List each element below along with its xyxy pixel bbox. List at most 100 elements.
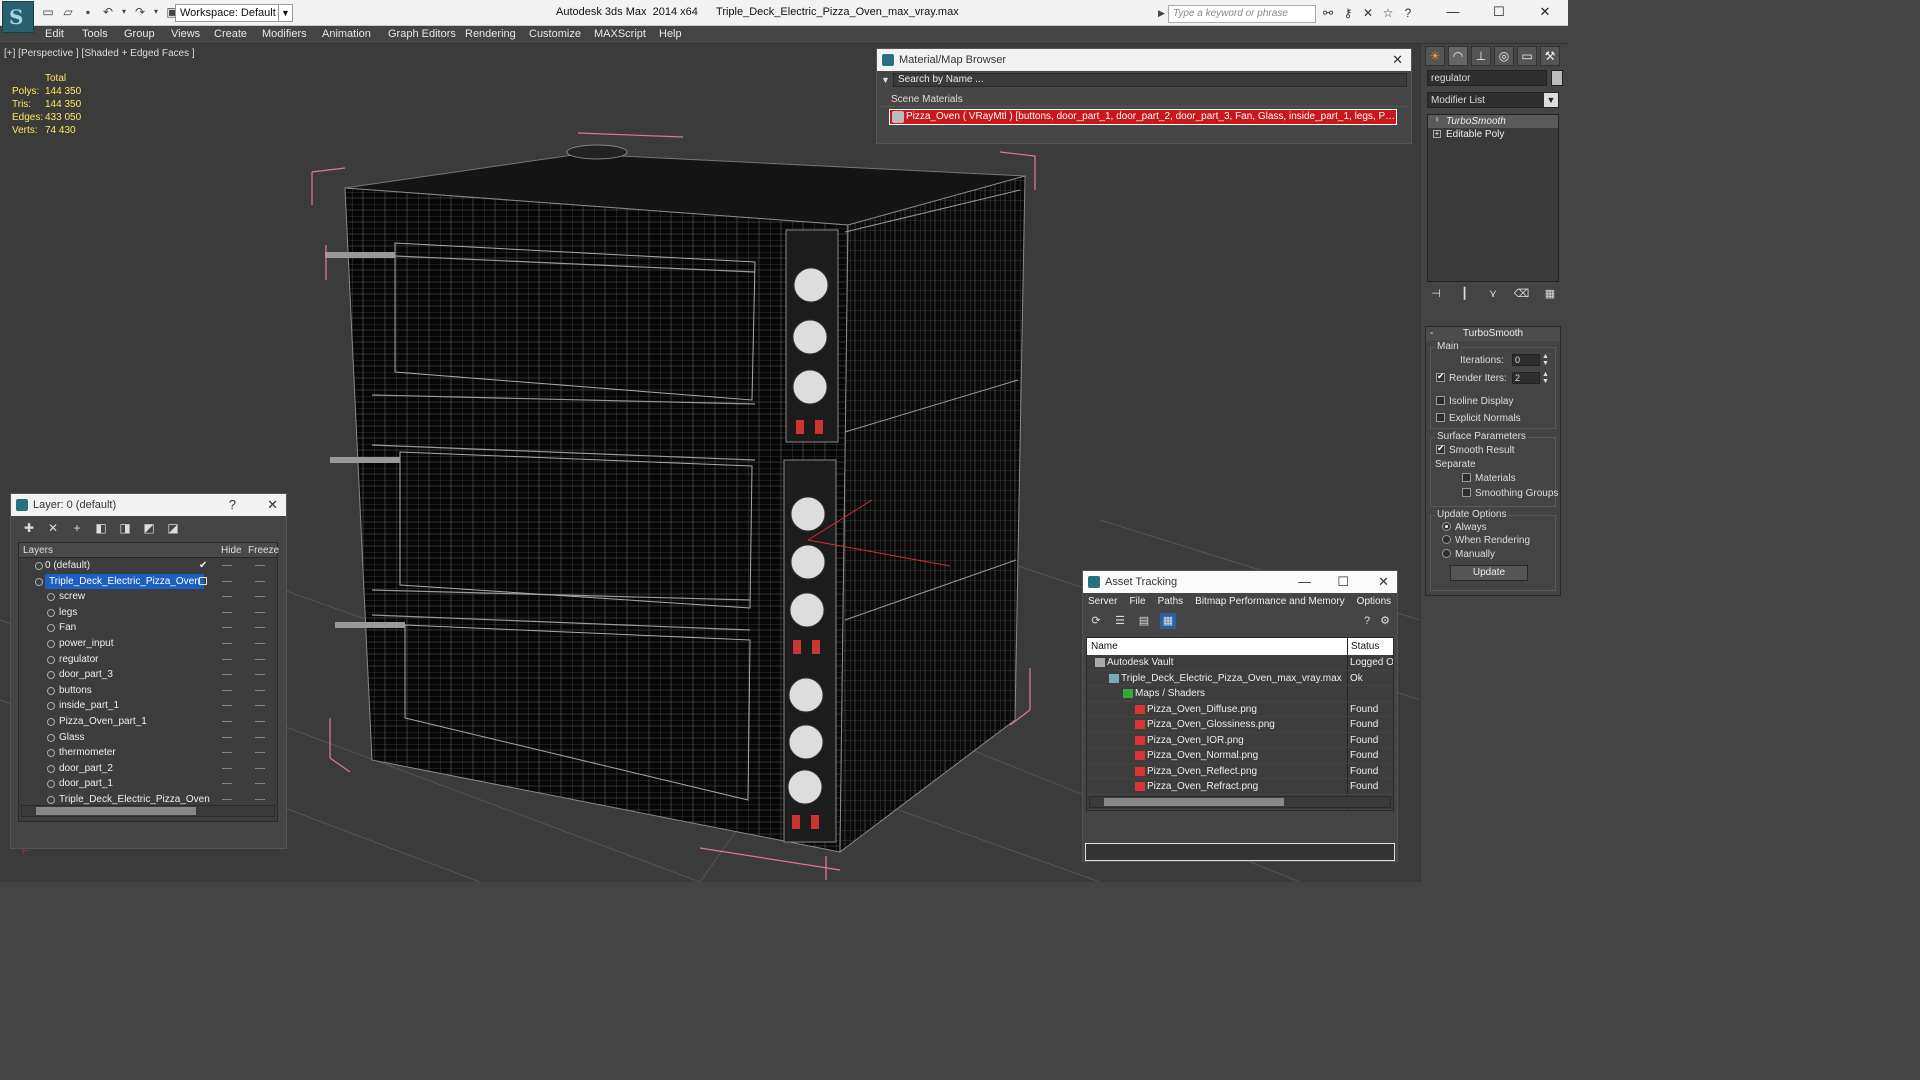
hierarchy-tab-icon[interactable]: ⊥ xyxy=(1471,46,1491,66)
asset-row[interactable]: Maps / Shaders xyxy=(1087,686,1393,702)
object-color-swatch[interactable] xyxy=(1551,70,1563,86)
update-when-rendering-radio[interactable]: When Rendering xyxy=(1442,535,1530,546)
stack-item-turbosmooth[interactable]: ♀ TurboSmooth xyxy=(1428,115,1558,128)
update-button[interactable]: Update xyxy=(1450,565,1528,581)
hide-toggle[interactable] xyxy=(222,674,232,676)
freeze-toggle[interactable] xyxy=(255,627,265,629)
menu-views[interactable]: Views xyxy=(171,28,200,40)
col-freeze[interactable]: Freeze xyxy=(248,543,279,558)
hide-toggle[interactable] xyxy=(222,798,232,800)
select-objects-icon[interactable]: ◧ xyxy=(93,520,109,536)
list-view-icon[interactable]: ☰ xyxy=(1112,613,1128,629)
hide-toggle[interactable] xyxy=(222,565,232,566)
asset-row[interactable]: Pizza_Oven_Glossiness.png Found xyxy=(1087,717,1393,733)
hide-toggle[interactable] xyxy=(222,596,232,598)
layer-row[interactable]: Fan xyxy=(19,620,277,636)
minimize-icon[interactable]: — xyxy=(1298,571,1311,593)
show-end-result-icon[interactable]: ┃ xyxy=(1456,287,1474,303)
freeze-toggle[interactable] xyxy=(255,658,265,660)
iterations-spinner[interactable]: 0 xyxy=(1512,354,1540,366)
pin-stack-icon[interactable]: ⊣ xyxy=(1427,287,1445,303)
menu-tools[interactable]: Tools xyxy=(82,28,108,40)
layer-row[interactable]: Triple_Deck_Electric_Pizza_Oven xyxy=(19,573,277,590)
freeze-toggle[interactable] xyxy=(255,596,265,598)
freeze-toggle[interactable] xyxy=(255,689,265,691)
detail-view-icon[interactable]: ▤ xyxy=(1136,613,1152,629)
redo-dropdown-icon[interactable]: ▾ xyxy=(152,4,160,20)
smooth-result-checkbox[interactable]: Smooth Result xyxy=(1436,443,1515,456)
col-layers[interactable]: Layers xyxy=(23,543,53,558)
spinner-arrows-icon[interactable]: ▲ ▼ xyxy=(1542,371,1549,385)
lightbulb-icon[interactable]: ♀ xyxy=(1433,116,1441,125)
asset-row[interactable]: Autodesk Vault Logged O xyxy=(1087,655,1393,671)
close-button[interactable]: ✕ xyxy=(1522,0,1568,24)
exchange-icon[interactable]: ✕ xyxy=(1360,5,1376,21)
at-settings-icon[interactable]: ⚙ xyxy=(1377,613,1393,629)
object-name-field[interactable]: regulator xyxy=(1427,70,1547,86)
menu-edit[interactable]: Edit xyxy=(45,28,64,40)
delete-layer-icon[interactable]: ✕ xyxy=(45,520,61,536)
freeze-toggle[interactable] xyxy=(255,752,265,754)
key-icon[interactable]: ⚷ xyxy=(1340,5,1356,21)
hide-toggle[interactable] xyxy=(222,705,232,707)
menu-rendering[interactable]: Rendering xyxy=(465,28,516,40)
help-icon[interactable]: ? xyxy=(229,494,236,516)
menu-maxscript[interactable]: MAXScript xyxy=(594,28,646,40)
make-unique-icon[interactable]: ⋎ xyxy=(1484,287,1502,303)
turbosmooth-rollout-header[interactable]: - TurboSmooth xyxy=(1426,327,1560,341)
separate-materials-checkbox[interactable]: Materials xyxy=(1462,473,1516,484)
menu-graph-editors[interactable]: Graph Editors xyxy=(388,28,456,40)
save-icon[interactable]: ▪ xyxy=(80,4,96,20)
redo-icon[interactable]: ↷ xyxy=(132,4,148,20)
maximize-button[interactable]: ☐ xyxy=(1476,0,1522,24)
freeze-toggle[interactable] xyxy=(255,736,265,738)
layer-row[interactable]: regulator xyxy=(19,652,277,668)
freeze-toggle[interactable] xyxy=(255,705,265,707)
current-layer-check-icon[interactable]: ✔ xyxy=(199,558,207,573)
hide-toggle[interactable] xyxy=(222,642,232,644)
layer-horizontal-scrollbar[interactable] xyxy=(21,805,275,817)
layer-row[interactable]: screw xyxy=(19,589,277,605)
col-hide[interactable]: Hide xyxy=(221,543,242,558)
layer-row[interactable]: thermometer xyxy=(19,745,277,761)
menu-group[interactable]: Group xyxy=(124,28,155,40)
layer-row[interactable]: inside_part_1 xyxy=(19,698,277,714)
hide-toggle[interactable] xyxy=(222,752,232,754)
highlight-layer-icon[interactable]: ◨ xyxy=(117,520,133,536)
configure-sets-icon[interactable]: ▦ xyxy=(1541,287,1559,303)
material-item-pizza-oven[interactable]: Pizza_Oven ( VRayMtl ) [buttons, door_pa… xyxy=(889,109,1397,125)
minimize-button[interactable]: — xyxy=(1430,0,1476,24)
layer-row[interactable]: power_input xyxy=(19,636,277,652)
freeze-toggle[interactable] xyxy=(255,580,265,582)
stack-item-editable-poly[interactable]: + Editable Poly xyxy=(1428,128,1558,141)
material-browser-titlebar[interactable]: Material/Map Browser ✕ xyxy=(877,49,1411,71)
workspace-dropdown[interactable]: Workspace: Default ▼ xyxy=(175,4,293,22)
hide-toggle[interactable] xyxy=(222,658,232,660)
hide-toggle[interactable] xyxy=(222,689,232,691)
open-file-icon[interactable]: ▱ xyxy=(60,4,76,20)
at-menu-options[interactable]: Options xyxy=(1357,593,1391,611)
hide-all-icon[interactable]: ◩ xyxy=(141,520,157,536)
freeze-toggle[interactable] xyxy=(255,674,265,676)
freeze-toggle[interactable] xyxy=(255,783,265,785)
layer-row[interactable]: Pizza_Oven_part_1 xyxy=(19,714,277,730)
freeze-toggle[interactable] xyxy=(255,611,265,613)
display-tab-icon[interactable]: ▭ xyxy=(1517,46,1537,66)
asset-row[interactable]: Pizza_Oven_Diffuse.png Found xyxy=(1087,702,1393,717)
render-iters-checkbox[interactable]: Render Iters: xyxy=(1436,371,1507,384)
explicit-normals-checkbox[interactable]: Explicit Normals xyxy=(1436,413,1521,424)
layer-row[interactable]: legs xyxy=(19,605,277,621)
freeze-toggle[interactable] xyxy=(255,798,265,800)
col-name[interactable]: Name xyxy=(1091,638,1118,655)
separate-smoothing-groups-checkbox[interactable]: Smoothing Groups xyxy=(1462,488,1558,499)
at-menu-paths[interactable]: Paths xyxy=(1158,593,1184,611)
layer-row[interactable]: 0 (default) ✔ xyxy=(19,558,277,574)
maximize-icon[interactable]: ☐ xyxy=(1337,571,1349,593)
undo-icon[interactable]: ↶ xyxy=(100,4,116,20)
layer-manager-titlebar[interactable]: Layer: 0 (default) ? ✕ xyxy=(11,494,286,516)
hide-toggle[interactable] xyxy=(222,627,232,629)
refresh-icon[interactable]: ⟳ xyxy=(1088,613,1104,629)
at-menu-server[interactable]: Server xyxy=(1088,593,1117,611)
hide-toggle[interactable] xyxy=(222,736,232,738)
favorites-star-icon[interactable]: ☆ xyxy=(1380,5,1396,21)
